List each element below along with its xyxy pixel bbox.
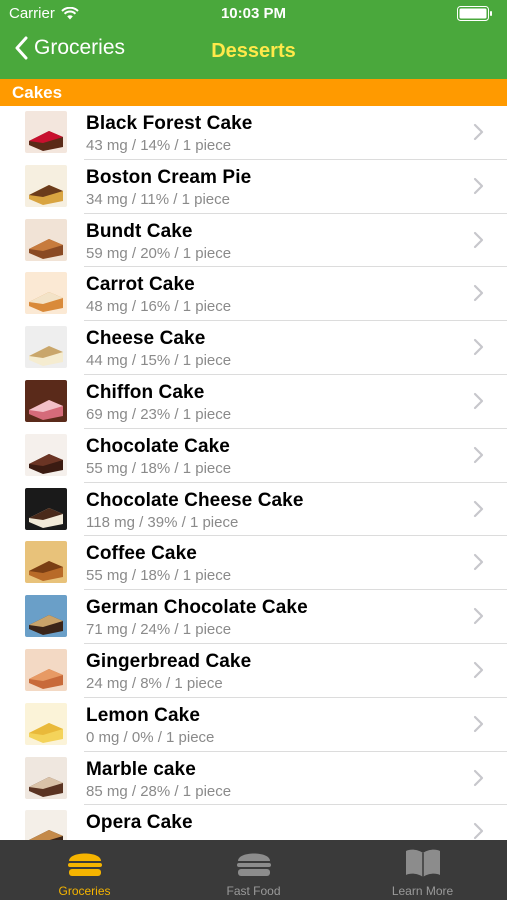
item-detail: 69 mg / 23% / 1 piece (86, 405, 232, 423)
food-thumbnail (25, 541, 67, 584)
chevron-right-icon (473, 769, 484, 786)
chevron-right-icon (473, 661, 484, 679)
item-name: Lemon Cake (86, 704, 200, 726)
item-name: Chocolate Cake (86, 435, 230, 457)
list-item[interactable]: Opera Cake (0, 805, 507, 840)
item-detail: 59 mg / 20% / 1 piece (86, 244, 232, 262)
chevron-right-icon (473, 123, 484, 141)
food-thumbnail (25, 164, 67, 207)
chevron-right-icon (473, 446, 484, 463)
item-detail: 71 mg / 24% / 1 piece (86, 621, 232, 639)
dessert-list[interactable]: Black Forest Cake 43 mg / 14% / 1 piece Bo… (0, 106, 507, 840)
item-detail: 55 mg / 18% / 1 piece (86, 459, 232, 477)
item-name: Coffee Cake (86, 543, 197, 565)
list-item[interactable]: German Chocolate Cake 71 mg / 24% / 1 pie… (0, 590, 507, 644)
battery-icon (457, 6, 492, 21)
header: Carrier 10:03 PM Groceries Desserts (0, 0, 507, 79)
tab-label: Groceries (58, 884, 111, 898)
status-bar: Carrier 10:03 PM (0, 0, 507, 28)
item-name: Cheese Cake (86, 328, 206, 350)
list-item[interactable]: Black Forest Cake 43 mg / 14% / 1 piece (0, 106, 507, 160)
list-item[interactable]: Chocolate Cheese Cake 118 mg / 39% / 1 pi… (0, 483, 507, 537)
page-title: Desserts (211, 40, 296, 62)
item-detail: 44 mg / 15% / 1 piece (86, 352, 232, 370)
chevron-right-icon (473, 715, 484, 732)
item-name: Bundt Cake (86, 220, 193, 242)
chevron-right-icon (473, 177, 484, 194)
food-thumbnail (25, 648, 67, 691)
food-thumbnail (25, 756, 67, 799)
item-name: Opera Cake (86, 812, 193, 834)
food-thumbnail (25, 218, 67, 261)
item-name: Chocolate Cheese Cake (86, 489, 304, 511)
chevron-right-icon (473, 608, 484, 625)
list-item[interactable]: Gingerbread Cake 24 mg / 8% / 1 piece (0, 644, 507, 698)
item-name: Black Forest Cake (86, 113, 253, 134)
item-name: Boston Cream Pie (86, 166, 252, 188)
chevron-right-icon (473, 823, 484, 840)
item-detail: 43 mg / 14% / 1 piece (86, 137, 232, 154)
item-detail: 24 mg / 8% / 1 piece (86, 674, 223, 692)
list-item[interactable]: Bundt Cake 59 mg / 20% / 1 piece (0, 214, 507, 268)
food-thumbnail (25, 810, 67, 840)
item-name: Marble cake (86, 758, 196, 780)
food-thumbnail (25, 111, 67, 153)
section-header: Cakes (0, 79, 507, 106)
item-detail: 0 mg / 0% / 1 piece (86, 728, 215, 746)
item-name: Gingerbread Cake (86, 650, 252, 672)
list-item[interactable]: Coffee Cake 55 mg / 18% / 1 piece (0, 536, 507, 591)
burger-icon (67, 853, 102, 876)
chevron-right-icon (473, 339, 484, 356)
item-detail: 48 mg / 16% / 1 piece (86, 298, 232, 316)
list-item[interactable]: Cheese Cake 44 mg / 15% / 1 piece (0, 321, 507, 375)
status-time: 10:03 PM (220, 5, 287, 22)
book-icon (405, 849, 440, 877)
food-thumbnail (25, 326, 67, 369)
chevron-right-icon (473, 392, 484, 410)
tab-label: Fast Food (226, 884, 281, 898)
chevron-right-icon (473, 231, 484, 248)
list-item[interactable]: Chiffon Cake 69 mg / 23% / 1 piece (0, 375, 507, 429)
chevron-right-icon (473, 500, 484, 517)
item-name: Carrot Cake (86, 274, 195, 296)
chevron-right-icon (473, 285, 484, 302)
list-item[interactable]: Marble cake 85 mg / 28% / 1 piece (0, 752, 507, 806)
tab-learn-more[interactable]: Learn More (338, 840, 507, 900)
tab-groceries[interactable]: Groceries (0, 840, 169, 900)
list-item[interactable]: Lemon Cake 0 mg / 0% / 1 piece (0, 698, 507, 752)
item-name: German Chocolate Cake (86, 597, 308, 619)
item-detail: 85 mg / 28% / 1 piece (86, 782, 232, 800)
chevron-right-icon (473, 554, 484, 571)
food-thumbnail (25, 272, 67, 315)
list-item[interactable]: Carrot Cake 48 mg / 16% / 1 piece (0, 267, 507, 322)
food-thumbnail (25, 433, 67, 476)
list-item[interactable]: Boston Cream Pie 34 mg / 11% / 1 piece (0, 160, 507, 214)
item-detail: 34 mg / 11% / 1 piece (86, 190, 230, 208)
list-item[interactable]: Chocolate Cake 55 mg / 18% / 1 piece (0, 429, 507, 483)
item-detail: 118 mg / 39% / 1 piece (86, 513, 239, 531)
tab-bar: Groceries Fast Food Learn More (0, 840, 507, 900)
food-thumbnail (25, 702, 67, 745)
item-name: Chiffon Cake (86, 381, 205, 403)
item-detail: 55 mg / 18% / 1 piece (86, 567, 232, 585)
food-thumbnail (25, 595, 67, 638)
navigation-bar: Groceries Desserts (0, 28, 507, 79)
tab-label: Learn More (391, 884, 454, 898)
food-thumbnail (25, 379, 67, 422)
burger-icon (236, 853, 271, 876)
food-thumbnail (25, 487, 67, 530)
tab-fast-food[interactable]: Fast Food (169, 840, 338, 900)
